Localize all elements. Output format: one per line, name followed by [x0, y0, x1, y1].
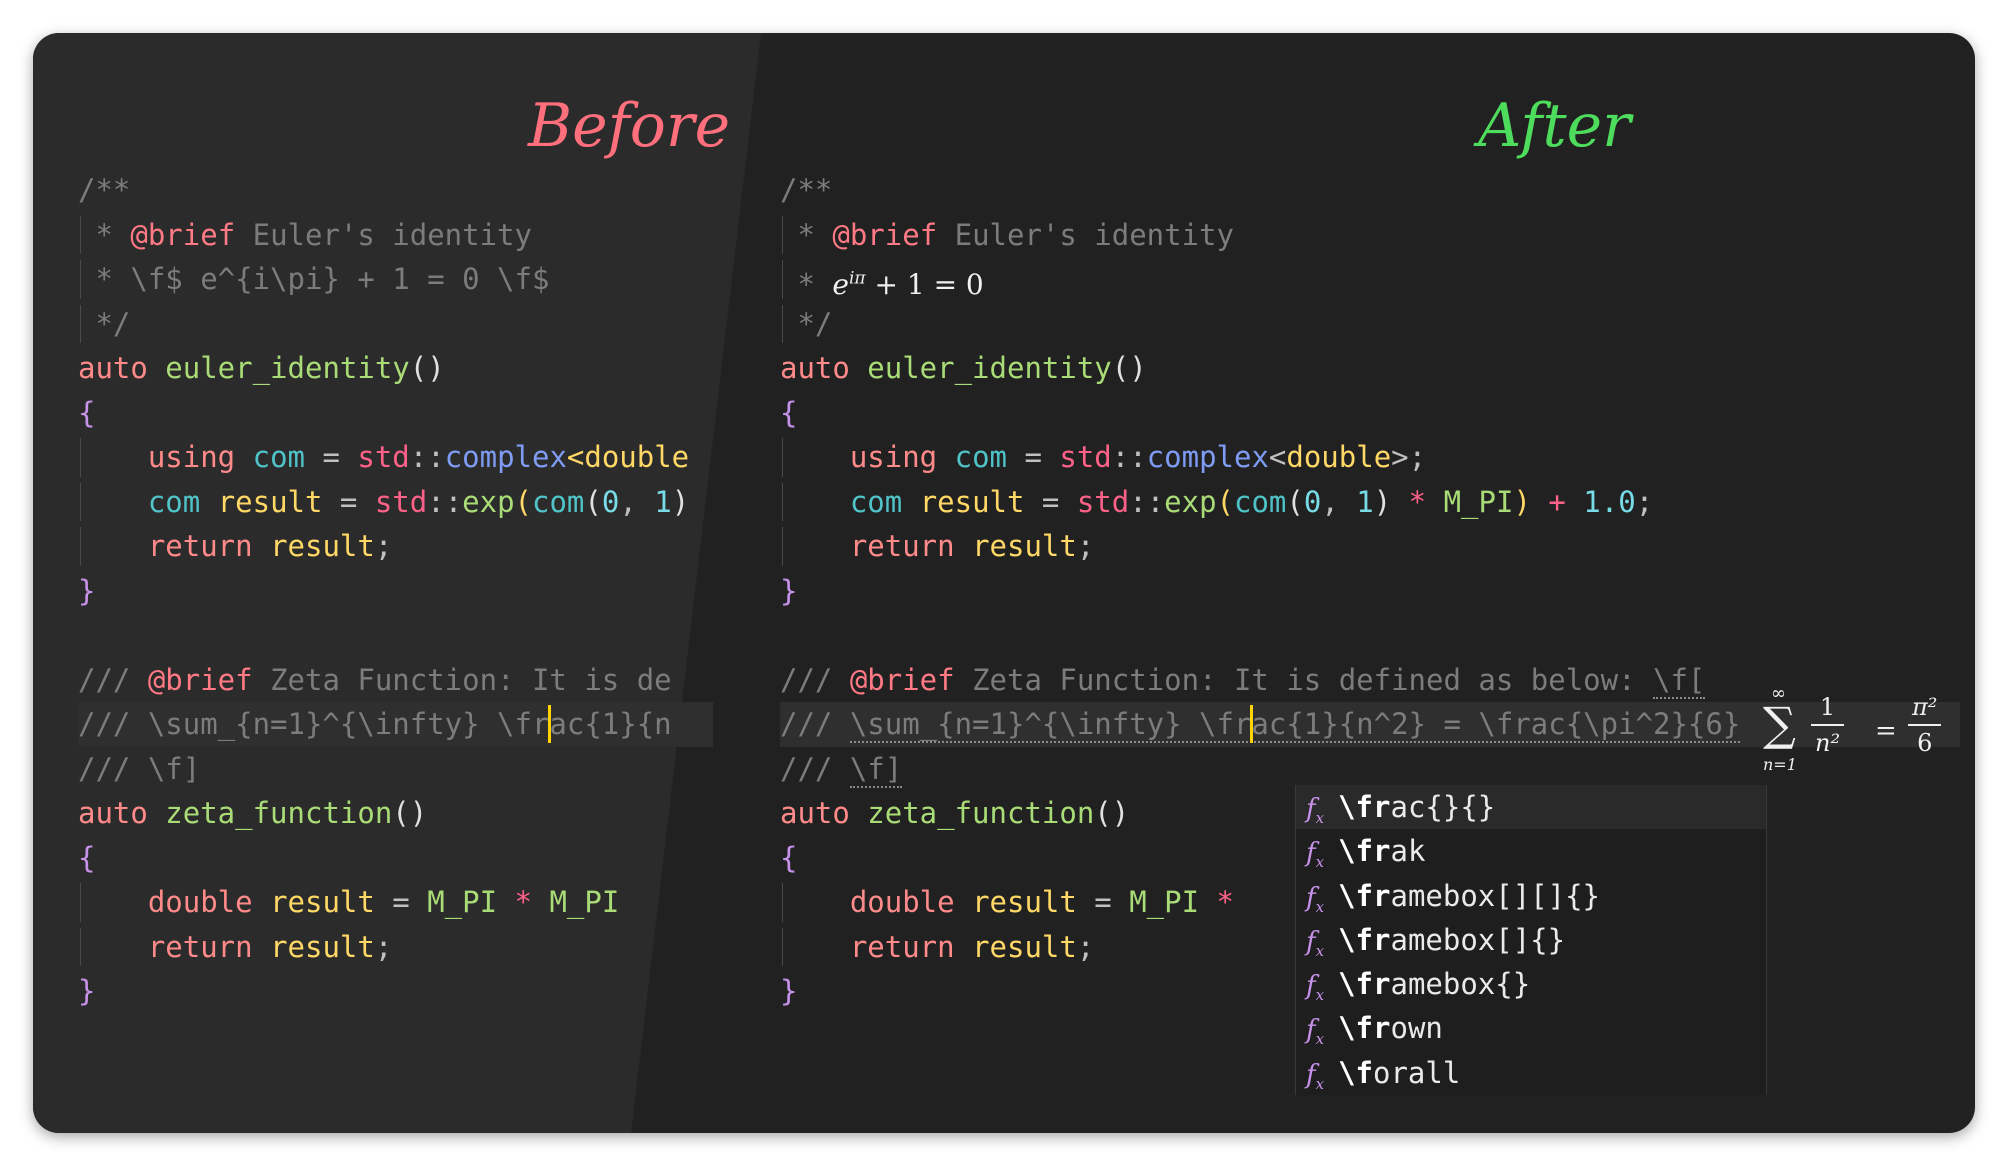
code-line: /// \f]	[78, 751, 201, 786]
completion-item[interactable]: fx \frown	[1296, 1006, 1766, 1050]
completion-match: \f	[1338, 1055, 1374, 1090]
function-icon: fx	[1306, 926, 1325, 961]
completion-match: \fr	[1338, 922, 1391, 957]
code-line: */	[78, 302, 713, 347]
after-label: After	[1478, 91, 1631, 161]
code-line: return result;	[780, 524, 1930, 569]
code-line: using com = std::complex<double	[78, 435, 713, 480]
completion-rest: ak	[1390, 834, 1426, 869]
inline-math-render: eiπ + 1 = 0	[832, 268, 984, 302]
code-line: com result = std::exp(com(0, 1) * M_PI) …	[780, 480, 1930, 525]
function-icon: fx	[1306, 1015, 1325, 1049]
code-line: /**	[78, 173, 131, 207]
code-line: * eiπ + 1 = 0	[780, 257, 1930, 302]
code-line: }	[78, 573, 96, 608]
completion-item[interactable]: fx \frak	[1296, 829, 1766, 873]
fraction-one-over-n2: 1 n²	[1811, 693, 1845, 757]
completion-rest: ac{}{}	[1390, 790, 1496, 824]
code-line: /// @brief Zeta Function: It is de	[78, 662, 672, 697]
function-icon: fx	[1306, 1059, 1325, 1093]
before-label: Before	[528, 91, 731, 161]
code-line: {	[78, 840, 96, 875]
function-icon: fx	[1306, 838, 1325, 872]
completion-rest: orall	[1373, 1055, 1461, 1090]
completion-item[interactable]: fx \framebox[]{}	[1296, 918, 1766, 962]
code-line: double result = M_PI * M_PI	[78, 880, 713, 925]
text-cursor	[1249, 705, 1253, 743]
code-line: com result = std::exp(com(0, 1)	[78, 480, 713, 525]
code-line: {	[78, 395, 96, 430]
code-line: */	[780, 302, 1930, 347]
code-line-current: /// \sum_{n=1}^{\infty} \frac{1}{n	[78, 702, 713, 747]
fraction-pi2-over-6: π² 6	[1908, 693, 1942, 757]
completion-rest: amebox{}	[1390, 967, 1531, 1002]
code-line: auto euler_identity()	[78, 351, 445, 385]
completion-match: \fr	[1338, 1011, 1391, 1046]
completion-popup[interactable]: fx \frac{}{} fx \frak fx \framebox[][]{} fx \fr…	[1295, 785, 1767, 1095]
code-line: auto euler_identity()	[780, 351, 1147, 385]
code-line: return result;	[78, 925, 713, 970]
code-line: * \f$ e^{i\pi} + 1 = 0 \f$	[78, 257, 713, 302]
code-line: }	[780, 573, 798, 608]
code-line: return result;	[78, 524, 713, 569]
code-line: /// @brief Zeta Function: It is defined …	[780, 662, 1706, 699]
before-editor[interactable]: /** * @brief Euler's identity * \f$ e^{i…	[78, 168, 713, 1014]
code-line: }	[78, 974, 96, 1008]
code-line: {	[780, 395, 798, 430]
code-line: auto zeta_function()	[78, 796, 428, 830]
completion-rest: amebox[]{}	[1390, 922, 1566, 957]
completion-item[interactable]: fx \framebox[][]{}	[1296, 874, 1766, 918]
code-line: using com = std::complex<double>;	[780, 435, 1930, 480]
completion-rest: amebox[][]{}	[1390, 878, 1600, 913]
completion-rest: own	[1390, 1011, 1443, 1046]
completion-match: \fr	[1338, 834, 1391, 869]
function-icon: fx	[1306, 971, 1325, 1005]
completion-match: \fr	[1338, 967, 1391, 1002]
completion-item[interactable]: fx \forall	[1296, 1051, 1766, 1095]
completion-match: \fr	[1338, 790, 1391, 824]
function-icon: fx	[1306, 794, 1325, 828]
completion-match: \fr	[1338, 878, 1391, 913]
code-line: * @brief Euler's identity	[780, 213, 1930, 258]
completion-item[interactable]: fx \framebox{}	[1296, 962, 1766, 1006]
code-line: /**	[780, 173, 833, 207]
function-icon: fx	[1306, 882, 1325, 916]
completion-item[interactable]: fx \frac{}{}	[1296, 785, 1766, 830]
text-cursor	[547, 705, 551, 743]
comparison-card: Before After /** * @brief Euler's identi…	[33, 33, 1975, 1133]
code-line: * @brief Euler's identity	[78, 213, 713, 258]
